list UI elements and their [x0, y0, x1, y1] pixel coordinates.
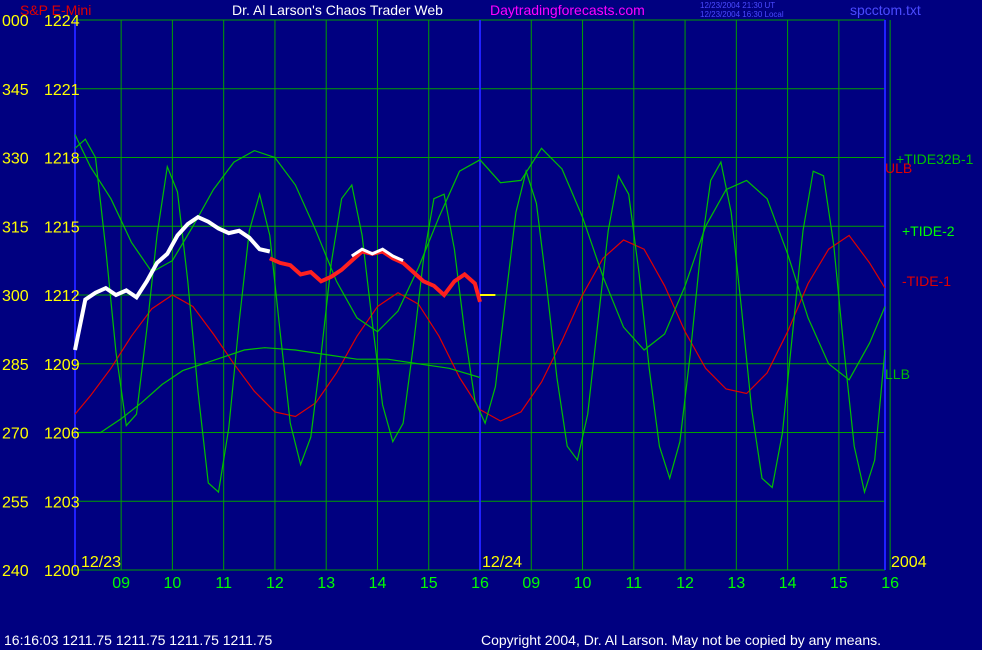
symbol-label: S&P E-Mini — [20, 2, 92, 18]
x-tick-label: 11 — [215, 575, 232, 592]
y-tick-label-left: 315 — [2, 219, 29, 236]
x-tick-label: 09 — [522, 575, 540, 592]
y-tick-label-right: 1209 — [44, 357, 80, 374]
last-quote: 16:16:03 1211.75 1211.75 1211.75 1211.75 — [4, 632, 273, 648]
y-tick-label-left: 300 — [2, 288, 29, 305]
x-tick-label: 16 — [881, 575, 899, 592]
chart-svg: 000 1224345 1221330 1218315 1215300 1212285 12… — [2, 13, 927, 592]
y-tick-label-left: 330 — [2, 151, 29, 168]
y-tick-label-left: 345 — [2, 82, 29, 99]
year-label: 2004 — [891, 554, 927, 571]
y-tick-label-left: 240 — [2, 563, 29, 580]
y-tick-label-right: 1212 — [44, 288, 80, 305]
date-label-mid: 12/24 — [482, 554, 522, 571]
x-tick-label: 14 — [779, 575, 797, 592]
y-tick-label-right: 1215 — [44, 219, 80, 236]
y-tick-label-right: 1221 — [44, 82, 80, 99]
y-tick-label-left: 285 — [2, 357, 29, 374]
price-layer — [73, 214, 496, 351]
site-link[interactable]: Daytradingforecasts.com — [490, 2, 645, 18]
x-tick-label: 12 — [266, 575, 284, 592]
series-line-llb — [75, 347, 481, 434]
y-tick-label-right: 1218 — [44, 151, 80, 168]
price-trace-red — [268, 249, 482, 303]
y-tick-label-right: 1200 — [44, 563, 80, 580]
chart-title: Dr. Al Larson's Chaos Trader Web — [232, 2, 443, 18]
y-tick-label-left: 255 — [2, 494, 29, 511]
x-tick-label: 13 — [317, 575, 335, 592]
x-tick-label: 13 — [727, 575, 745, 592]
y-tick-label-right: 1206 — [44, 426, 80, 443]
x-tick-label: 10 — [164, 575, 182, 592]
series-label-llb: LLB — [885, 366, 910, 382]
x-tick-label: 11 — [625, 575, 642, 592]
x-tick-label: 09 — [112, 575, 130, 592]
time-ut: 12/23/2004 21:30 UT — [700, 1, 776, 10]
date-label-start: 12/23 — [81, 554, 121, 571]
x-tick-label: 14 — [369, 575, 387, 592]
data-file-label: spcctom.txt — [850, 2, 921, 18]
series-label-tide-1: -TIDE-1 — [902, 273, 951, 289]
series-label-ulb: ULB — [885, 160, 913, 176]
x-tick-label: 10 — [574, 575, 592, 592]
time-local: 12/23/2004 16:30 Local — [700, 10, 784, 19]
x-tick-label: 16 — [471, 575, 489, 592]
x-tick-label: 15 — [830, 575, 848, 592]
y-tick-label-right: 1203 — [44, 494, 80, 511]
series-label-tide-2: +TIDE-2 — [902, 223, 955, 239]
copyright: Copyright 2004, Dr. Al Larson. May not b… — [481, 632, 882, 648]
x-tick-label: 15 — [420, 575, 438, 592]
y-tick-label-left: 270 — [2, 426, 29, 443]
x-tick-label: 12 — [676, 575, 694, 592]
